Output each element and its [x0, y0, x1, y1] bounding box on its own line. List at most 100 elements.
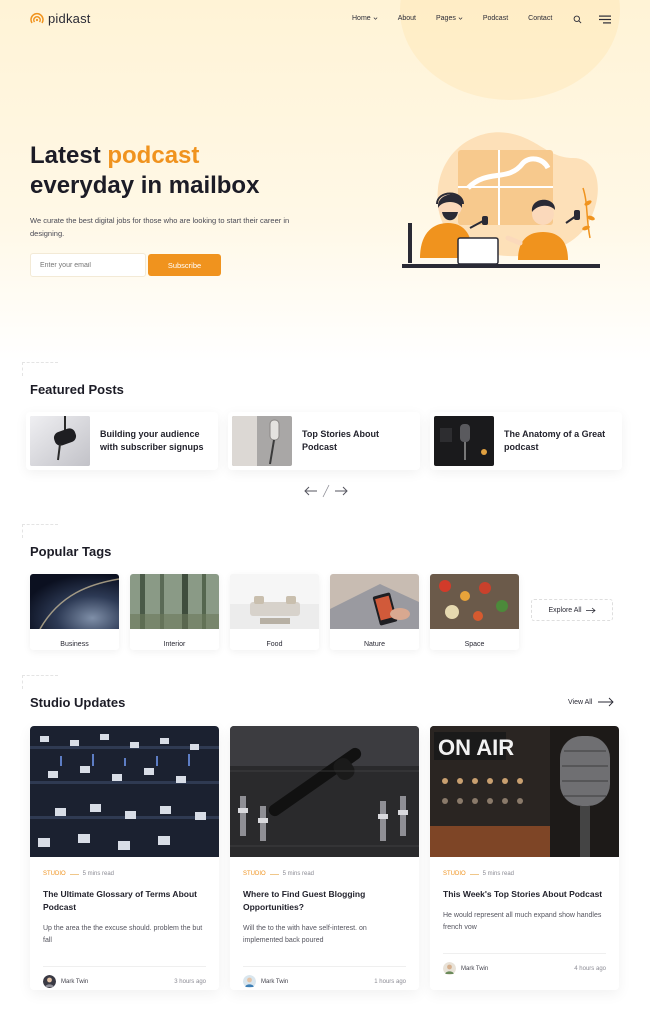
- nav-item-home[interactable]: Home: [352, 15, 378, 22]
- post-excerpt: Will the to the with have self-interest.…: [243, 925, 367, 944]
- hero-title-part: Latest: [30, 142, 108, 169]
- microphone-photo: [30, 416, 90, 466]
- space-tag-image: [430, 574, 519, 629]
- studio-post-card[interactable]: ON AIR STUDIO 5 mins read This Week's To…: [430, 726, 619, 990]
- post-category[interactable]: STUDIO: [43, 871, 66, 877]
- hero-title: Latest podcast everyday in mailbox: [30, 141, 350, 201]
- nav-item-podcast[interactable]: Podcast: [483, 15, 508, 22]
- arrow-right-icon[interactable]: [334, 486, 348, 496]
- avatar: [43, 975, 56, 988]
- post-time: 1 hours ago: [374, 978, 406, 985]
- studio-post-card[interactable]: STUDIO 5 mins read The Ultimate Glossary…: [30, 726, 219, 990]
- interior-tag-image: [130, 574, 219, 629]
- post-title[interactable]: The Ultimate Glossary of Terms About Pod…: [43, 888, 206, 914]
- podcast-signal-icon: [30, 12, 44, 23]
- post-author[interactable]: Mark Twin: [243, 975, 288, 988]
- studio-updates-title: Studio Updates: [30, 695, 126, 710]
- decor-dots: [22, 362, 58, 376]
- featured-post-card[interactable]: The Anatomy of a Great podcast: [430, 412, 622, 470]
- tag-label: Interior: [163, 641, 186, 648]
- food-tag-image: [230, 574, 319, 629]
- nav-item-pages[interactable]: Pages: [436, 15, 463, 22]
- subscribe-button[interactable]: Subscribe: [148, 254, 221, 276]
- author-name: Mark Twin: [261, 978, 289, 985]
- post-meta: STUDIO 5 mins read: [43, 871, 206, 877]
- featured-post-title: Building your audience with subscriber s…: [100, 429, 204, 452]
- post-author[interactable]: Mark Twin: [443, 962, 488, 975]
- featured-post-title: Top Stories About Podcast: [302, 429, 379, 452]
- featured-post-card[interactable]: Top Stories About Podcast: [228, 412, 420, 470]
- chevron-down-icon: [373, 17, 378, 20]
- site-logo[interactable]: pidkast: [30, 11, 91, 26]
- popular-tags-title: Popular Tags: [30, 544, 112, 559]
- mixing-console-photo: [30, 726, 219, 857]
- featured-post-card[interactable]: Building your audience with subscriber s…: [26, 412, 218, 470]
- studio-microphone-photo: [232, 416, 292, 466]
- logo-text: pidkast: [48, 11, 91, 26]
- post-category[interactable]: STUDIO: [243, 871, 266, 877]
- slider-arrows: [304, 484, 348, 498]
- view-all-link[interactable]: View All: [568, 697, 615, 707]
- avatar: [443, 962, 456, 975]
- tag-card-space[interactable]: Space: [430, 574, 519, 650]
- studio-post-card[interactable]: STUDIO 5 mins read Where to Find Guest B…: [230, 726, 419, 990]
- featured-post-title: The Anatomy of a Great podcast: [504, 429, 606, 452]
- post-excerpt: Up the area the the excuse should. probl…: [43, 925, 203, 944]
- post-footer: Mark Twin 3 hours ago: [43, 966, 206, 988]
- tag-card-business[interactable]: Business: [30, 574, 119, 650]
- post-title[interactable]: Where to Find Guest Blogging Opportuniti…: [243, 888, 406, 914]
- post-footer: Mark Twin 1 hours ago: [243, 966, 406, 988]
- chevron-down-icon: [458, 17, 463, 20]
- podcast-hosts-illustration: [402, 132, 600, 268]
- main-navigation: Home About Pages Podcast Contact: [352, 15, 552, 22]
- nav-item-label: Contact: [528, 15, 553, 22]
- hamburger-menu-icon[interactable]: [599, 15, 611, 24]
- business-tag-image: [30, 574, 119, 630]
- meta-divider: [469, 873, 479, 875]
- post-time: 3 hours ago: [174, 978, 206, 985]
- nature-tag-image: [330, 574, 419, 629]
- nav-item-label: About: [397, 15, 416, 22]
- popular-tags-list: Business Interior Food Nature Space: [30, 574, 519, 650]
- arrow-right-icon: [598, 697, 615, 707]
- nav-item-label: Pages: [435, 15, 456, 22]
- nav-item-about[interactable]: About: [398, 15, 416, 22]
- tag-card-nature[interactable]: Nature: [330, 574, 419, 650]
- featured-posts-title: Featured Posts: [30, 382, 124, 397]
- hero-description: We curate the best digital jobs for thos…: [30, 216, 290, 238]
- avatar: [243, 975, 256, 988]
- post-read-time: 5 mins read: [482, 871, 515, 877]
- meta-divider: [69, 873, 79, 875]
- search-icon[interactable]: [573, 15, 582, 24]
- hero-title-accent: podcast: [107, 142, 200, 169]
- studio-posts-list: STUDIO 5 mins read The Ultimate Glossary…: [30, 726, 619, 990]
- tag-card-food[interactable]: Food: [230, 574, 319, 650]
- author-name: Mark Twin: [461, 965, 489, 972]
- post-title[interactable]: This Week's Top Stories About Podcast: [443, 888, 606, 901]
- post-author[interactable]: Mark Twin: [43, 975, 88, 988]
- arrow-left-icon[interactable]: [304, 486, 318, 496]
- post-category[interactable]: STUDIO: [443, 871, 466, 877]
- featured-posts-slider: Building your audience with subscriber s…: [26, 412, 622, 470]
- nav-item-contact[interactable]: Contact: [528, 15, 552, 22]
- tag-label: Space: [464, 641, 485, 648]
- post-meta: STUDIO 5 mins read: [443, 871, 606, 877]
- post-meta: STUDIO 5 mins read: [243, 871, 406, 877]
- email-input[interactable]: [30, 253, 146, 277]
- post-read-time: 5 mins read: [82, 871, 115, 877]
- meta-divider: [269, 873, 279, 875]
- author-name: Mark Twin: [61, 978, 89, 985]
- arrow-right-icon: [585, 607, 596, 613]
- hero-title-line2: everyday in mailbox: [30, 172, 260, 199]
- post-time: 4 hours ago: [574, 965, 606, 972]
- decor-dots: [22, 524, 58, 538]
- svg-text:ON AIR: ON AIR: [438, 735, 514, 760]
- microphone-on-mixer-photo: [230, 726, 419, 857]
- on-air-studio-photo: ON AIR: [430, 726, 619, 857]
- tag-card-interior[interactable]: Interior: [130, 574, 219, 650]
- view-all-label: View All: [568, 698, 593, 706]
- post-excerpt: He would represent all much expand show …: [443, 912, 602, 931]
- tag-label: Food: [266, 641, 283, 648]
- explore-all-button[interactable]: Explore All: [531, 599, 613, 621]
- post-read-time: 5 mins read: [282, 871, 315, 877]
